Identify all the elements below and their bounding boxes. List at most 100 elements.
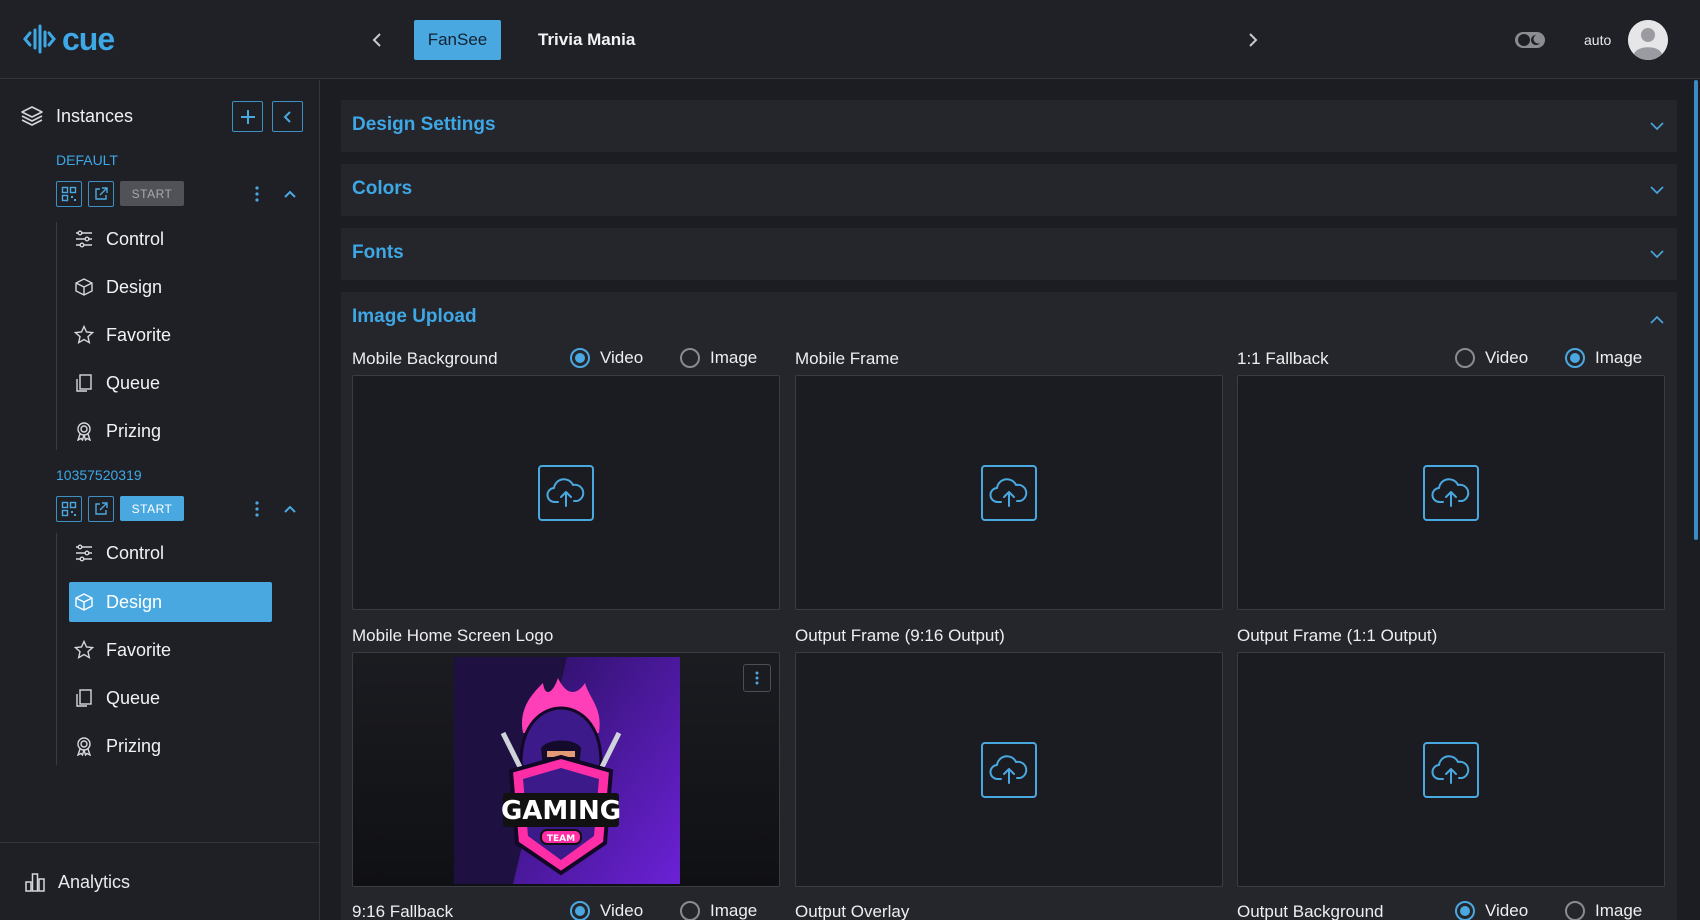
upload-dropzone[interactable] — [352, 375, 780, 610]
section-design-settings[interactable]: Design Settings — [341, 100, 1677, 152]
cloud-upload-icon — [1431, 478, 1470, 507]
palette-icon — [75, 278, 93, 296]
sidebar-item-control[interactable]: Control — [69, 219, 272, 259]
sidebar-item-queue[interactable]: Queue — [69, 363, 272, 403]
instance-menu-button[interactable] — [252, 498, 262, 520]
qr-code-button[interactable] — [56, 496, 82, 522]
upload-button[interactable] — [1423, 465, 1479, 521]
sidebar-item-control[interactable]: Control — [69, 533, 272, 573]
open-external-button[interactable] — [88, 181, 114, 207]
upload-dropzone[interactable] — [1237, 375, 1665, 610]
sidebar-item-label: Control — [106, 542, 165, 563]
chevron-up-icon — [1650, 315, 1664, 324]
radio-label: Image — [1595, 901, 1643, 920]
instance-collapse-button[interactable] — [281, 185, 299, 203]
radio-button[interactable] — [1455, 901, 1475, 920]
section-title: Fonts — [352, 242, 404, 263]
instance-collapse-button[interactable] — [281, 500, 299, 518]
field-label: Output Overlay — [795, 902, 910, 920]
add-instance-button[interactable] — [232, 101, 263, 132]
section-fonts[interactable]: Fonts — [341, 228, 1677, 280]
scrollbar-thumb[interactable] — [1694, 80, 1698, 540]
sidebar-item-favorite[interactable]: Favorite — [69, 315, 272, 355]
cloud-upload-icon — [989, 755, 1028, 784]
start-button[interactable]: START — [120, 181, 184, 206]
layers-icon — [21, 106, 43, 126]
collapse-sidebar-button[interactable] — [272, 101, 303, 132]
sidebar-item-design[interactable]: Design — [69, 582, 272, 622]
field-label: 1:1 Fallback — [1237, 349, 1329, 368]
radio-video[interactable]: Video — [1455, 348, 1528, 368]
kebab-menu-icon — [255, 501, 259, 517]
section-colors[interactable]: Colors — [341, 164, 1677, 216]
logo-sub-text: TEAM — [547, 834, 575, 844]
sidebar-item-design[interactable]: Design — [69, 267, 272, 307]
radio-button[interactable] — [1565, 348, 1585, 368]
logo-text: cue — [62, 21, 115, 57]
logo[interactable]: cue — [22, 21, 115, 57]
sidebar-item-prizing[interactable]: Prizing — [69, 411, 272, 451]
upload-dropzone[interactable] — [795, 375, 1223, 610]
radio-button[interactable] — [570, 901, 590, 920]
tab-trivia-mania[interactable]: Trivia Mania — [538, 20, 635, 60]
sidebar-item-label: Control — [106, 228, 165, 249]
collapse-button[interactable] — [1649, 312, 1665, 330]
field-label: Output Frame (9:16 Output) — [795, 626, 1005, 645]
sidebar-item-analytics[interactable]: Analytics — [24, 871, 130, 893]
field-label: Output Frame (1:1 Output) — [1237, 626, 1438, 645]
external-link-icon — [95, 187, 108, 200]
instance-menu-button[interactable] — [252, 183, 262, 205]
chevron-left-icon — [372, 33, 381, 47]
upload-dropzone[interactable] — [1237, 652, 1665, 887]
instances-label: Instances — [56, 105, 134, 126]
field-label: Mobile Background — [352, 349, 498, 368]
sidebar-item-label: Prizing — [106, 420, 162, 441]
sidebar-item-prizing[interactable]: Prizing — [69, 726, 272, 766]
sliders-icon — [76, 544, 92, 562]
sidebar-footer: Analytics — [0, 842, 319, 920]
qr-code-button[interactable] — [56, 181, 82, 207]
section-image-upload: Image Upload Mobile Background Video Ima… — [341, 292, 1677, 920]
radio-image[interactable]: Image — [1565, 901, 1642, 920]
radio-label: Video — [600, 348, 644, 367]
radio-video[interactable]: Video — [1455, 901, 1528, 920]
section-title: Colors — [352, 178, 413, 199]
start-button[interactable]: START — [120, 496, 184, 521]
main-content: Design Settings Colors Fonts Image Uploa… — [321, 80, 1700, 920]
radio-image[interactable]: Image — [680, 348, 757, 368]
tab-fansee[interactable]: FanSee — [414, 20, 501, 60]
radio-button[interactable] — [680, 901, 700, 920]
image-options-button[interactable] — [743, 664, 771, 692]
radio-video[interactable]: Video — [570, 348, 643, 368]
avatar-icon — [1628, 20, 1668, 60]
nav-next-button[interactable] — [1243, 28, 1263, 52]
upload-button[interactable] — [1423, 742, 1479, 798]
avatar[interactable] — [1628, 20, 1668, 60]
upload-button[interactable] — [538, 465, 594, 521]
radio-button[interactable] — [1455, 348, 1475, 368]
upload-button[interactable] — [981, 465, 1037, 521]
cloud-upload-icon — [546, 478, 585, 507]
logo-preview[interactable]: GAMING TEAM — [352, 652, 780, 887]
radio-image[interactable]: Image — [1565, 348, 1642, 368]
chevron-down-icon — [1650, 122, 1664, 131]
sidebar-item-favorite[interactable]: Favorite — [69, 630, 272, 670]
radio-image[interactable]: Image — [680, 901, 757, 920]
section-title: Design Settings — [352, 114, 496, 135]
upload-button[interactable] — [981, 742, 1037, 798]
section-title[interactable]: Image Upload — [352, 306, 477, 328]
qr-code-icon — [61, 501, 77, 517]
radio-button[interactable] — [680, 348, 700, 368]
instance-title: 10357520319 — [56, 467, 142, 483]
chevron-up-icon — [284, 505, 296, 513]
upload-dropzone[interactable] — [795, 652, 1223, 887]
theme-toggle[interactable] — [1514, 29, 1546, 56]
external-link-icon — [95, 502, 108, 515]
sidebar-item-label: Favorite — [106, 324, 172, 345]
radio-button[interactable] — [570, 348, 590, 368]
radio-video[interactable]: Video — [570, 901, 643, 920]
open-external-button[interactable] — [88, 496, 114, 522]
sidebar-item-queue[interactable]: Queue — [69, 678, 272, 718]
radio-button[interactable] — [1565, 901, 1585, 920]
nav-prev-button[interactable] — [367, 28, 387, 52]
